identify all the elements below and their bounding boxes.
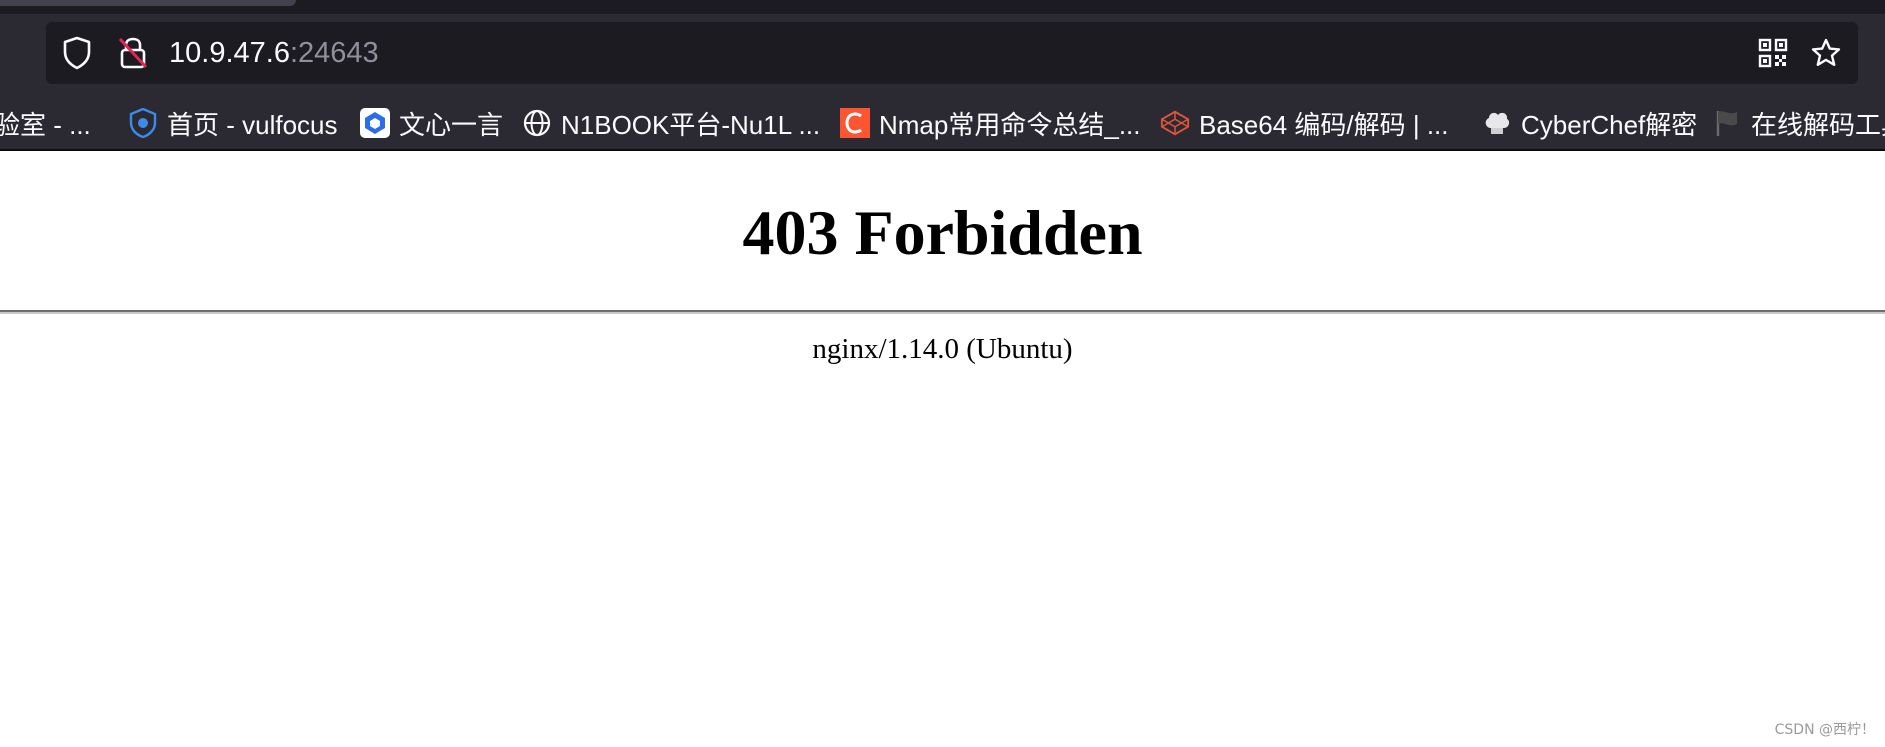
globe-icon [522,108,552,138]
codepen-icon [1160,108,1190,138]
bookmark-item[interactable]: Base64 编码/解码 | ... [1160,100,1449,146]
bookmark-label: Base64 编码/解码 | ... [1199,109,1449,140]
vulfocus-icon [128,108,158,138]
error-heading: 403 Forbidden [742,197,1143,268]
qr-code-icon[interactable] [1756,22,1790,84]
bookmark-item[interactable]: CyberChef解密 [1482,100,1697,146]
bookmark-item[interactable]: N1BOOK平台-Nu1L ... [522,100,820,146]
watermark: CSDN @西柠！ [1774,722,1875,738]
chef-icon [1482,108,1512,138]
divider [0,310,1885,314]
bookmark-label: N1BOOK平台-Nu1L ... [561,109,821,140]
bookmark-label: CyberChef解密 [1521,109,1698,140]
url-host: 10.9.47.6 [169,37,290,69]
bookmark-star-icon[interactable] [1808,22,1844,84]
bookmark-label: 在线解码工具 [1751,109,1885,140]
bookmark-item[interactable]: Nmap常用命令总结_... [840,100,1141,146]
bookmark-item[interactable]: 在线解码工具 [1712,100,1885,146]
bookmark-item[interactable]: 验室 - ... [0,100,91,146]
url-text[interactable]: 10.9.47.6:24643 [169,22,379,84]
csdn-icon [840,108,870,138]
bookmarks-toolbar: 验室 - ... 首页 - vulfocus 文心一言 N1BOOK平台-Nu1… [0,100,1885,146]
bookmark-label: 文心一言 [399,109,504,140]
bookmark-label: Nmap常用命令总结_... [879,109,1141,140]
url-port: :24643 [289,37,379,69]
server-signature: nginx/1.14.0 (Ubuntu) [812,333,1073,365]
wenxin-icon [360,108,390,138]
flag-icon [1712,108,1742,138]
browser-chrome: 10.9.47.6:24643 验室 - ... 首页 - vulfocus 文… [0,0,1885,151]
bookmark-item[interactable]: 文心一言 [360,100,503,146]
bookmark-label: 首页 - vulfocus [167,109,338,140]
address-bar[interactable]: 10.9.47.6:24643 [46,22,1858,84]
active-tab[interactable] [0,0,296,6]
tab-strip [0,0,1885,14]
bookmark-item[interactable]: 首页 - vulfocus [128,100,338,146]
shield-icon[interactable] [60,22,94,84]
page-content: 403 Forbidden nginx/1.14.0 (Ubuntu) CSDN… [0,151,1885,747]
bookmark-label: 验室 - ... [0,109,91,140]
insecure-lock-icon[interactable] [116,22,150,84]
